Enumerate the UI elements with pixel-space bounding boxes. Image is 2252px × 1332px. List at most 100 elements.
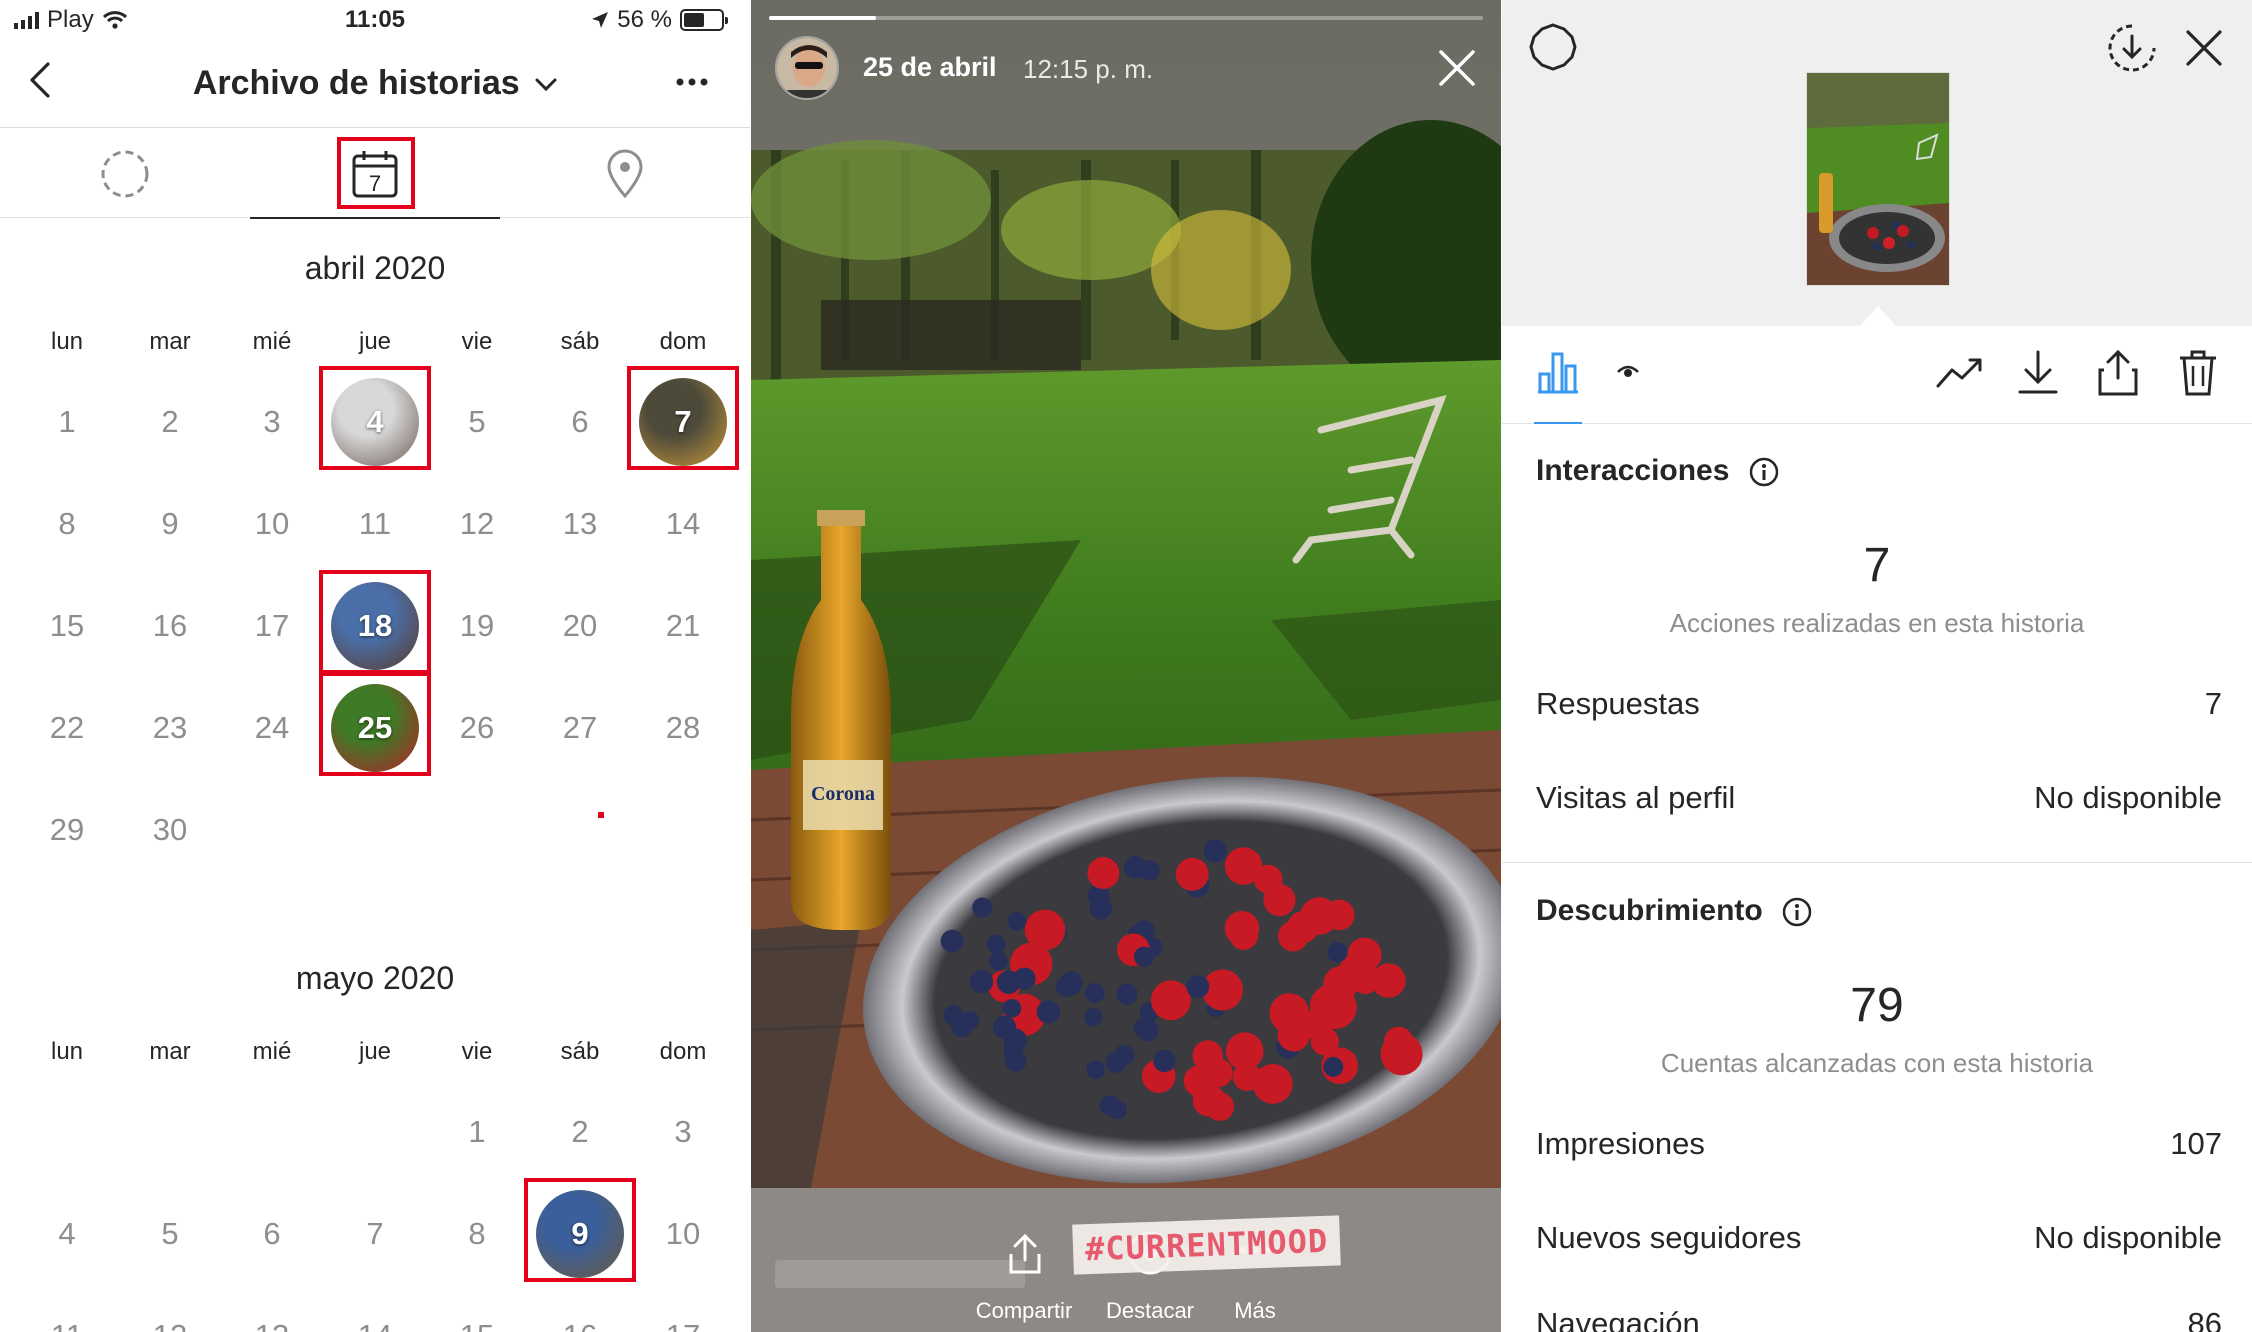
strawberry xyxy=(1224,910,1260,946)
download-icon[interactable] xyxy=(2016,348,2060,398)
day-number[interactable]: 17 xyxy=(221,608,323,644)
bar-chart-icon[interactable] xyxy=(1534,348,1582,396)
divider xyxy=(1502,862,2252,863)
day-number[interactable]: 26 xyxy=(426,710,528,746)
blueberry xyxy=(943,1005,964,1026)
close-icon[interactable] xyxy=(2182,26,2226,70)
day-number[interactable]: 5 xyxy=(119,1216,221,1252)
day-number[interactable]: 23 xyxy=(119,710,221,746)
day-number[interactable]: 6 xyxy=(529,404,631,440)
day-number[interactable]: 7 xyxy=(324,1216,426,1252)
weekday-label: vie xyxy=(461,328,493,355)
more-options-icon[interactable] xyxy=(672,66,712,96)
day-number[interactable]: 14 xyxy=(632,506,734,542)
share-icon[interactable] xyxy=(2096,348,2140,398)
status-bar: Play 11:05 56 % xyxy=(0,0,750,40)
more-label: Más xyxy=(1234,1298,1276,1323)
day-number[interactable]: 21 xyxy=(632,608,734,644)
story-time: 12:15 p. m. xyxy=(1023,54,1154,84)
metric-label: Impresiones xyxy=(1536,1126,1705,1161)
day-number[interactable]: 20 xyxy=(529,608,631,644)
day-number[interactable]: 27 xyxy=(529,710,631,746)
metric-row: Nuevos seguidores No disponible xyxy=(1536,1220,2222,1256)
highlight-box xyxy=(337,137,415,209)
trash-icon[interactable] xyxy=(2176,348,2220,398)
blueberry xyxy=(986,934,1006,954)
avatar[interactable] xyxy=(775,36,839,100)
day-number[interactable]: 12 xyxy=(426,506,528,542)
info-icon[interactable] xyxy=(1748,456,1780,488)
blueberry xyxy=(1323,1056,1344,1077)
day-number[interactable]: 14 xyxy=(324,1318,426,1332)
day-number[interactable]: 29 xyxy=(16,812,118,848)
close-icon[interactable] xyxy=(1435,46,1479,90)
day-number[interactable]: 8 xyxy=(426,1216,528,1252)
blueberry xyxy=(996,970,1021,994)
strawberry xyxy=(1151,980,1191,1021)
download-circle-icon[interactable] xyxy=(2106,22,2158,74)
metric-label: Respuestas xyxy=(1536,686,1700,721)
hashtag-sticker: #CURRENTMOOD xyxy=(1072,1215,1341,1275)
battery-level xyxy=(684,13,705,27)
blueberry xyxy=(1134,946,1155,967)
eye-icon[interactable] xyxy=(1616,360,1640,384)
day-number[interactable]: 15 xyxy=(426,1318,528,1332)
day-number[interactable]: 9 xyxy=(119,506,221,542)
day-number[interactable]: 16 xyxy=(119,608,221,644)
blueberry xyxy=(1084,983,1105,1003)
reply-field[interactable] xyxy=(775,1260,1025,1288)
day-number[interactable]: 2 xyxy=(529,1114,631,1150)
blueberry xyxy=(1108,1100,1127,1120)
day-number[interactable]: 17 xyxy=(632,1318,734,1332)
day-number[interactable]: 10 xyxy=(221,506,323,542)
metric-value: 107 xyxy=(2170,1126,2222,1161)
day-number[interactable]: 10 xyxy=(632,1216,734,1252)
archive-title-dropdown[interactable]: Archivo de historias xyxy=(0,64,750,103)
blueberry xyxy=(1036,1000,1061,1024)
interactions-caption: Acciones realizadas en esta historia xyxy=(1669,608,2085,638)
day-number[interactable]: 3 xyxy=(632,1114,734,1150)
weekday-label: mié xyxy=(252,1038,292,1065)
day-number[interactable]: 6 xyxy=(221,1216,323,1252)
day-number[interactable]: 30 xyxy=(119,812,221,848)
day-number[interactable]: 19 xyxy=(426,608,528,644)
highlight-box xyxy=(524,1178,636,1282)
day-number[interactable]: 22 xyxy=(16,710,118,746)
weekday-label: lun xyxy=(50,1038,84,1065)
day-number[interactable]: 12 xyxy=(119,1318,221,1332)
metric-row: Impresiones 107 xyxy=(1536,1126,2222,1162)
blueberry xyxy=(1186,975,1210,999)
day-number[interactable]: 16 xyxy=(529,1318,631,1332)
strawberry xyxy=(1205,1092,1235,1121)
archive-header: Archivo de historias xyxy=(0,40,750,128)
day-number[interactable]: 1 xyxy=(426,1114,528,1150)
month-title: abril 2020 xyxy=(304,250,446,286)
day-number[interactable]: 11 xyxy=(324,506,426,542)
blueberry xyxy=(960,1011,980,1030)
day-number[interactable]: 5 xyxy=(426,404,528,440)
day-number[interactable]: 13 xyxy=(221,1318,323,1332)
day-number[interactable]: 3 xyxy=(221,404,323,440)
day-number[interactable]: 8 xyxy=(16,506,118,542)
day-number[interactable]: 15 xyxy=(16,608,118,644)
red-dot xyxy=(598,812,604,818)
strawberry xyxy=(1252,1064,1293,1104)
day-number[interactable]: 28 xyxy=(632,710,734,746)
blueberry xyxy=(989,952,1008,971)
metric-label: Visitas al perfil xyxy=(1536,780,1736,815)
strawberry xyxy=(1301,1009,1332,1040)
tab-location[interactable] xyxy=(500,130,750,218)
info-icon[interactable] xyxy=(1781,896,1813,928)
day-number[interactable]: 4 xyxy=(16,1216,118,1252)
story-thumbnail[interactable] xyxy=(1806,72,1950,286)
blueberry xyxy=(1084,1008,1103,1027)
day-number[interactable]: 2 xyxy=(119,404,221,440)
tab-stories[interactable] xyxy=(0,130,250,218)
settings-gear-icon[interactable] xyxy=(1528,22,1578,72)
day-number[interactable]: 11 xyxy=(16,1318,118,1332)
day-number[interactable]: 1 xyxy=(16,404,118,440)
day-number[interactable]: 13 xyxy=(529,506,631,542)
weekday-label: mié xyxy=(252,328,292,355)
trending-icon[interactable] xyxy=(1934,348,1986,396)
day-number[interactable]: 24 xyxy=(221,710,323,746)
